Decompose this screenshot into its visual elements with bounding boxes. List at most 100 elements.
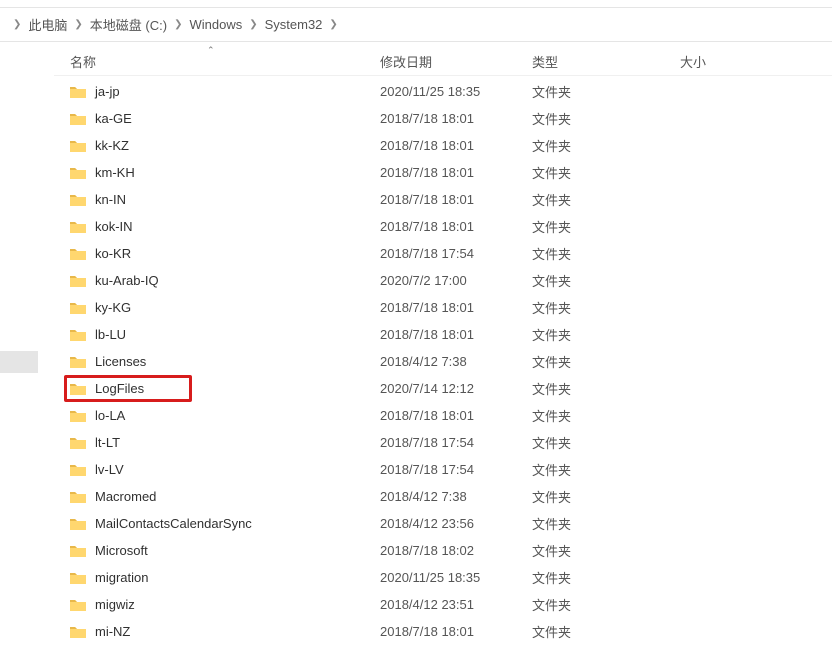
table-row[interactable]: kk-KZ 2018/7/18 18:01文件夹 — [54, 132, 832, 159]
chevron-right-icon[interactable]: ❯ — [13, 19, 21, 30]
file-type: 文件夹 — [532, 487, 680, 506]
folder-icon — [70, 490, 86, 504]
file-type: 文件夹 — [532, 352, 680, 371]
folder-icon — [70, 382, 86, 396]
folder-icon — [70, 409, 86, 423]
table-row[interactable]: km-KH2018/7/18 18:01文件夹 — [54, 159, 832, 186]
file-type: 文件夹 — [532, 217, 680, 236]
table-row[interactable]: ku-Arab-IQ2020/7/2 17:00文件夹 — [54, 267, 832, 294]
sort-asc-icon: ⌃ — [207, 45, 215, 56]
folder-icon — [70, 517, 86, 531]
file-date: 2018/4/12 23:51 — [380, 597, 532, 612]
file-name: Microsoft — [95, 543, 148, 558]
chevron-right-icon[interactable]: ❯ — [249, 19, 257, 30]
file-type: 文件夹 — [532, 109, 680, 128]
breadcrumb-item-cdrive[interactable]: 本地磁盘 (C:) — [90, 15, 167, 34]
table-row[interactable]: migration 2020/11/25 18:35文件夹 — [54, 564, 832, 591]
table-row[interactable]: ka-GE2018/7/18 18:01文件夹 — [54, 105, 832, 132]
col-header-date[interactable]: 修改日期 — [380, 52, 532, 71]
highlight-box: LogFiles — [64, 375, 192, 402]
file-type: 文件夹 — [532, 541, 680, 560]
table-row[interactable]: Licenses2018/4/12 7:38文件夹 — [54, 348, 832, 375]
file-name: lb-LU — [95, 327, 126, 342]
file-date: 2020/11/25 18:35 — [380, 84, 532, 99]
table-row[interactable]: LogFiles 2020/7/14 12:12文件夹 — [54, 375, 832, 402]
table-row[interactable]: lv-LV2018/7/18 17:54文件夹 — [54, 456, 832, 483]
folder-icon — [70, 544, 86, 558]
table-row[interactable]: ja-jp 2020/11/25 18:35文件夹 — [54, 78, 832, 105]
file-name: migwiz — [95, 597, 135, 612]
file-type: 文件夹 — [532, 298, 680, 317]
file-name: LogFiles — [95, 381, 144, 396]
file-type: 文件夹 — [532, 379, 680, 398]
folder-icon — [70, 220, 86, 234]
folder-icon — [70, 571, 86, 585]
file-date: 2018/4/12 7:38 — [380, 489, 532, 504]
file-type: 文件夹 — [532, 163, 680, 182]
file-type: 文件夹 — [532, 568, 680, 587]
folder-icon — [70, 355, 86, 369]
file-type: 文件夹 — [532, 244, 680, 263]
nav-pane[interactable] — [0, 42, 54, 651]
folder-icon — [70, 598, 86, 612]
col-header-type[interactable]: 类型 — [532, 52, 680, 71]
breadcrumb-label: 本地磁盘 (C:) — [90, 15, 167, 34]
file-date: 2020/7/14 12:12 — [380, 381, 532, 396]
file-date: 2018/7/18 18:01 — [380, 165, 532, 180]
table-row[interactable]: ko-KR2018/7/18 17:54文件夹 — [54, 240, 832, 267]
file-name: ja-jp — [95, 84, 120, 99]
file-type: 文件夹 — [532, 325, 680, 344]
col-header-name-label: 名称 — [70, 55, 96, 70]
breadcrumb-label: 此电脑 — [28, 15, 67, 34]
col-header-size[interactable]: 大小 — [680, 52, 800, 71]
file-date: 2018/7/18 18:01 — [380, 138, 532, 153]
table-row[interactable]: lb-LU2018/7/18 18:01文件夹 — [54, 321, 832, 348]
folder-icon — [70, 463, 86, 477]
chevron-right-icon[interactable]: ❯ — [74, 19, 82, 30]
file-name: ka-GE — [95, 111, 132, 126]
file-date: 2018/4/12 7:38 — [380, 354, 532, 369]
file-date: 2018/7/18 18:01 — [380, 192, 532, 207]
file-date: 2018/7/18 17:54 — [380, 435, 532, 450]
chevron-right-icon[interactable]: ❯ — [329, 19, 337, 30]
file-type: 文件夹 — [532, 433, 680, 452]
file-name: lo-LA — [95, 408, 125, 423]
table-row[interactable]: kn-IN2018/7/18 18:01文件夹 — [54, 186, 832, 213]
table-row[interactable]: lo-LA2018/7/18 18:01文件夹 — [54, 402, 832, 429]
table-row[interactable]: kok-IN2018/7/18 18:01文件夹 — [54, 213, 832, 240]
file-name: kk-KZ — [95, 138, 129, 153]
table-row[interactable]: migwiz2018/4/12 23:51文件夹 — [54, 591, 832, 618]
col-header-type-label: 类型 — [532, 55, 558, 70]
breadcrumb-item-system32[interactable]: System32 — [265, 17, 323, 32]
file-date: 2018/7/18 18:01 — [380, 408, 532, 423]
file-name: Macromed — [95, 489, 156, 504]
file-name: mi-NZ — [95, 624, 130, 639]
file-date: 2020/11/25 18:35 — [380, 570, 532, 585]
breadcrumb-label: System32 — [265, 17, 323, 32]
file-date: 2018/7/18 18:01 — [380, 624, 532, 639]
chevron-right-icon[interactable]: ❯ — [174, 19, 182, 30]
folder-icon — [70, 274, 86, 288]
table-row[interactable]: Macromed 2018/4/12 7:38文件夹 — [54, 483, 832, 510]
file-name: kok-IN — [95, 219, 133, 234]
col-header-date-label: 修改日期 — [380, 55, 432, 70]
file-type: 文件夹 — [532, 136, 680, 155]
file-name: migration — [95, 570, 148, 585]
col-header-name[interactable]: 名称 ⌃ — [54, 52, 380, 71]
breadcrumb-item-thispc[interactable]: 此电脑 — [28, 15, 67, 34]
folder-icon — [70, 247, 86, 261]
breadcrumb-item-windows[interactable]: Windows — [189, 17, 242, 32]
table-row[interactable]: mi-NZ2018/7/18 18:01文件夹 — [54, 618, 832, 645]
table-row[interactable]: Microsoft2018/7/18 18:02文件夹 — [54, 537, 832, 564]
file-list-pane: 名称 ⌃ 修改日期 类型 大小 ja-jp2020/11/25 18:35文件夹… — [54, 42, 832, 651]
file-type: 文件夹 — [532, 82, 680, 101]
file-type: 文件夹 — [532, 190, 680, 209]
folder-icon — [70, 139, 86, 153]
file-date: 2020/7/2 17:00 — [380, 273, 532, 288]
file-name: ky-KG — [95, 300, 131, 315]
file-name: MailContactsCalendarSync — [95, 516, 252, 531]
table-row[interactable]: lt-LT2018/7/18 17:54文件夹 — [54, 429, 832, 456]
table-row[interactable]: MailContactsCalendarSync2018/4/12 23:56文… — [54, 510, 832, 537]
table-row[interactable]: ky-KG2018/7/18 18:01文件夹 — [54, 294, 832, 321]
folder-icon — [70, 436, 86, 450]
